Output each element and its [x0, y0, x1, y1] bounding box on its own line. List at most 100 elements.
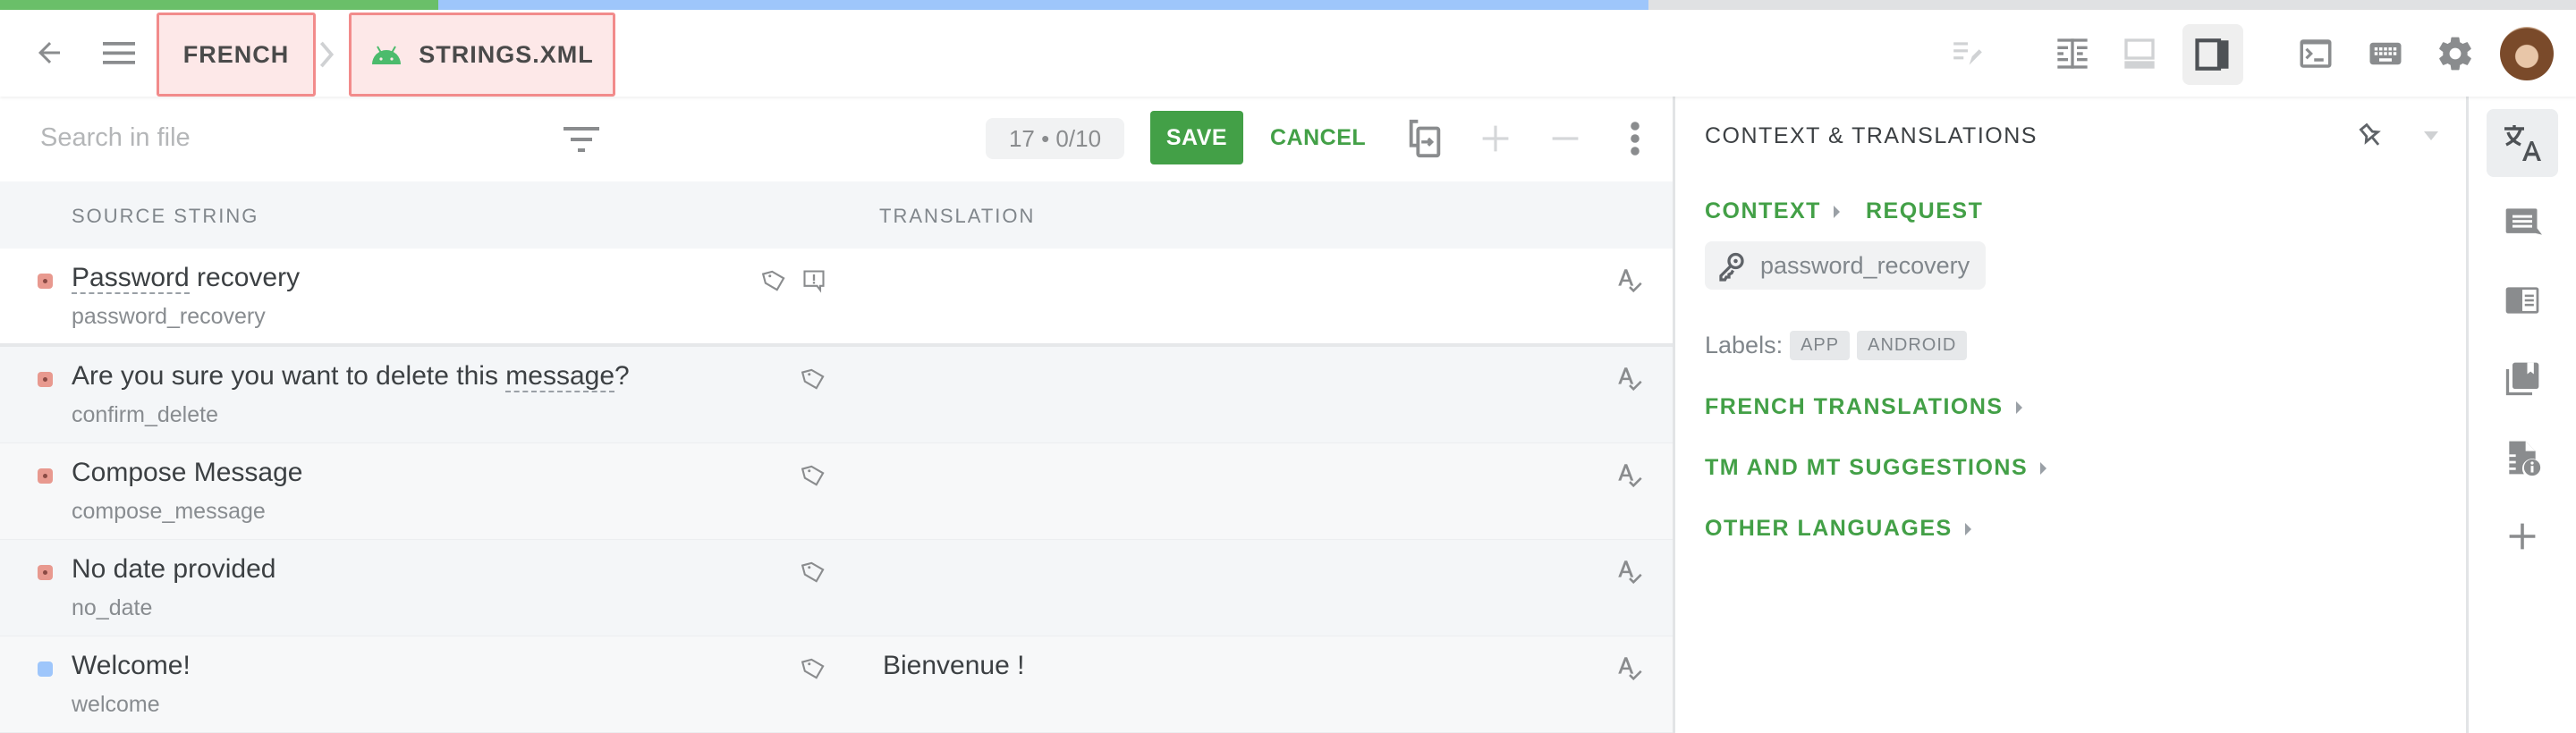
source-text-rest: recovery — [189, 263, 301, 292]
minus-icon — [1552, 137, 1579, 140]
tag-icon[interactable] — [801, 463, 826, 488]
section-label: OTHER LANGUAGES — [1705, 516, 1953, 541]
source-text: Password recovery — [72, 263, 301, 294]
bottom-panel-layout-icon — [2124, 38, 2155, 69]
panel-collapse-chevron-icon[interactable] — [2423, 131, 2439, 141]
hamburger-menu-icon — [103, 42, 135, 64]
edit-lines-icon — [1953, 42, 1982, 65]
rail-bookmarks-button[interactable] — [2487, 345, 2558, 413]
add-icon — [2509, 523, 2536, 550]
rail-glossary-button[interactable] — [2487, 266, 2558, 334]
cancel-button[interactable]: CANCEL — [1270, 111, 1366, 164]
layout-bottom-panel-button[interactable] — [2115, 29, 2164, 78]
status-translated-indicator — [38, 661, 53, 677]
string-list: Password recovery password_recovery Are … — [0, 249, 1674, 733]
search-input[interactable]: Search in file — [40, 123, 191, 153]
spellcheck-icon[interactable] — [1614, 653, 1645, 685]
rail-file-info-button[interactable] — [2487, 424, 2558, 492]
rail-translate-button[interactable] — [2487, 109, 2558, 177]
labels-caption: Labels: — [1705, 332, 1784, 358]
filter-icon — [564, 127, 599, 152]
edit-mode-button[interactable] — [1945, 31, 1990, 76]
user-avatar[interactable] — [2500, 27, 2554, 80]
spellcheck-icon[interactable] — [1614, 459, 1645, 492]
key-icon — [1719, 252, 1744, 282]
table-row[interactable]: Are you sure you want to delete this mes… — [0, 347, 1674, 443]
breadcrumb-file[interactable]: STRINGS.XML — [349, 13, 615, 97]
top-bar: FRENCH STRINGS.XML — [0, 10, 2576, 97]
back-button[interactable] — [27, 35, 72, 71]
keyboard-icon — [2369, 42, 2402, 65]
string-key: welcome — [72, 692, 160, 717]
source-text: Welcome! — [72, 651, 191, 680]
copy-source-icon — [1409, 119, 1441, 158]
layout-right-panel-button[interactable] — [2182, 24, 2243, 85]
status-untranslated-indicator — [38, 468, 53, 484]
translation-text[interactable]: Bienvenue ! — [883, 651, 1024, 681]
add-plural-button[interactable] — [1476, 116, 1515, 161]
request-label: REQUEST — [1866, 198, 1984, 223]
status-untranslated-indicator — [38, 372, 53, 387]
save-button[interactable]: SAVE — [1150, 111, 1243, 164]
breadcrumb-language-label: FRENCH — [182, 40, 290, 68]
string-key: no_date — [72, 595, 153, 620]
spellcheck-icon[interactable] — [1614, 363, 1645, 395]
remove-plural-button[interactable] — [1546, 116, 1585, 161]
column-source-string: SOURCE STRING — [72, 205, 259, 227]
source-text-end: ? — [614, 361, 630, 391]
layout-side-by-side-button[interactable] — [2048, 29, 2097, 78]
section-label: FRENCH TRANSLATIONS — [1705, 394, 2004, 419]
settings-button[interactable] — [2431, 29, 2479, 78]
tag-icon[interactable] — [801, 560, 826, 585]
section-label: TM AND MT SUGGESTIONS — [1705, 455, 2029, 480]
translation-progress-bar — [0, 0, 2576, 10]
caret-right-icon — [2040, 461, 2047, 475]
caret-right-icon — [1964, 522, 1971, 535]
string-key-chip[interactable]: password_recovery — [1705, 241, 1987, 290]
table-row[interactable]: Welcome! welcome Bienvenue ! — [0, 636, 1674, 733]
rail-add-button[interactable] — [2487, 502, 2558, 570]
column-translation: TRANSLATION — [879, 205, 1036, 227]
table-row[interactable]: No date provided no_date — [0, 540, 1674, 636]
spellcheck-icon[interactable] — [1614, 556, 1645, 588]
status-untranslated-indicator — [38, 274, 53, 289]
tag-icon[interactable] — [762, 268, 787, 293]
spellcheck-icon[interactable] — [1614, 265, 1645, 297]
tag-icon[interactable] — [801, 656, 826, 681]
copy-source-button[interactable] — [1402, 116, 1447, 161]
comments-icon — [2505, 208, 2542, 235]
keyboard-shortcuts-button[interactable] — [2361, 29, 2410, 78]
table-row[interactable]: Compose Message compose_message — [0, 443, 1674, 540]
filter-button[interactable] — [564, 122, 599, 157]
source-text-dashed: Password — [72, 263, 190, 294]
tag-icon[interactable] — [801, 366, 826, 392]
tm-mt-suggestions-section[interactable]: TM AND MT SUGGESTIONS — [1705, 455, 2047, 481]
rail-comments-button[interactable] — [2487, 188, 2558, 256]
source-text-dashed: message — [505, 361, 615, 392]
other-languages-section[interactable]: OTHER LANGUAGES — [1705, 516, 1971, 542]
bookmarks-icon — [2505, 362, 2539, 396]
table-row[interactable]: Password recovery password_recovery — [0, 249, 1674, 347]
breadcrumb-language[interactable]: FRENCH — [157, 13, 316, 97]
status-untranslated-indicator — [38, 565, 53, 580]
context-link[interactable]: CONTEXT — [1705, 198, 1840, 224]
translate-icon — [2504, 125, 2541, 161]
android-icon — [372, 46, 402, 64]
string-counter: 17 • 0/10 — [986, 118, 1124, 159]
label-chip[interactable]: APP — [1790, 331, 1851, 360]
menu-button[interactable] — [97, 35, 141, 71]
label-chip[interactable]: ANDROID — [1857, 331, 1968, 360]
issue-comment-icon[interactable] — [801, 268, 826, 293]
panel-title: CONTEXT & TRANSLATIONS — [1705, 123, 2038, 148]
chevron-right-icon — [319, 41, 335, 68]
file-info-icon — [2509, 441, 2541, 476]
request-context-link[interactable]: REQUEST — [1866, 198, 1983, 224]
terminal-button[interactable] — [2292, 29, 2340, 78]
french-translations-section[interactable]: FRENCH TRANSLATIONS — [1705, 394, 2022, 420]
more-options-button[interactable] — [1617, 116, 1653, 161]
context-label: CONTEXT — [1705, 198, 1821, 223]
pin-icon[interactable] — [2355, 120, 2385, 150]
right-panel-layout-icon — [2195, 38, 2229, 71]
source-text-start: Are you sure you want to delete this — [72, 361, 506, 391]
caret-right-icon — [2015, 400, 2022, 414]
